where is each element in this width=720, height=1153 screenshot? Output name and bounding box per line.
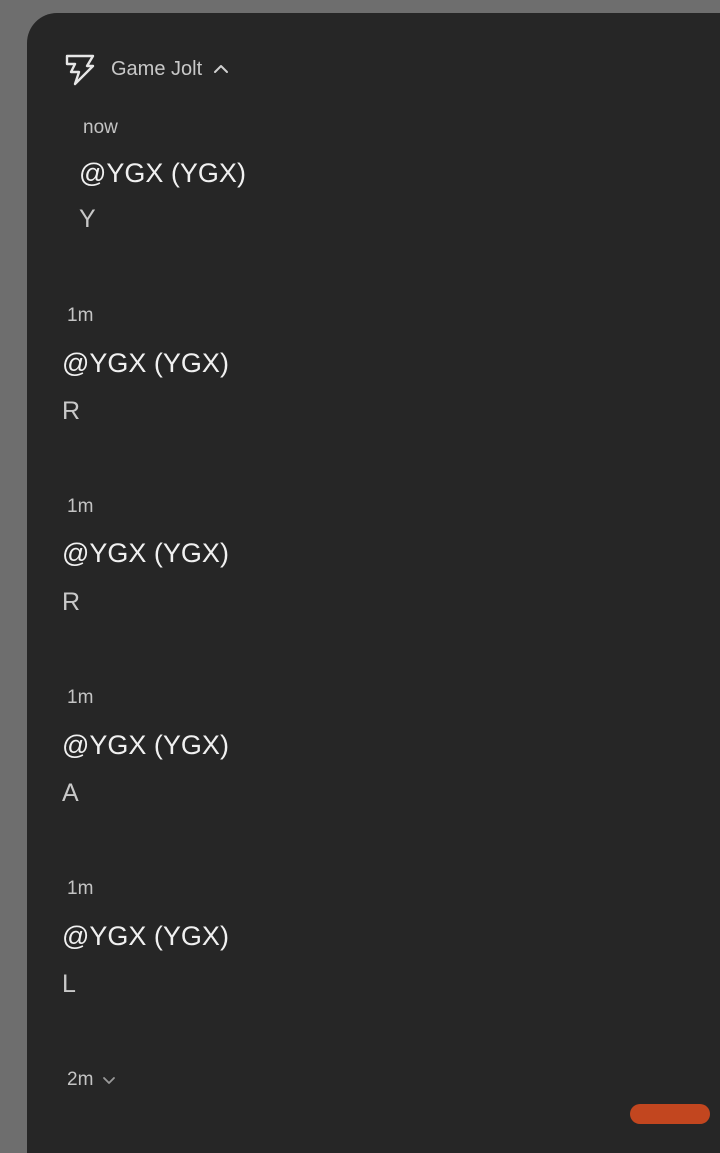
notification-time: 1m bbox=[67, 496, 94, 517]
notification-time: 1m bbox=[67, 305, 94, 326]
notification-body: R bbox=[62, 397, 81, 425]
collapsed-notification-group[interactable]: 2m bbox=[67, 1069, 117, 1091]
notification-time: 1m bbox=[67, 687, 94, 708]
notification-time: 2m bbox=[67, 1069, 94, 1090]
notification-title: @YGX (YGX) bbox=[79, 158, 246, 188]
notification-title: @YGX (YGX) bbox=[62, 538, 229, 568]
accent-badge bbox=[630, 1104, 710, 1124]
notification-time: 1m bbox=[67, 878, 94, 899]
notification-title: @YGX (YGX) bbox=[62, 348, 229, 378]
notification-body: R bbox=[62, 588, 81, 616]
app-header[interactable]: Game Jolt bbox=[63, 51, 230, 87]
notification-body: Y bbox=[79, 205, 96, 233]
notification-panel: Game Jolt now @YGX (YGX) Y 1m @YGX (YGX)… bbox=[27, 13, 720, 1153]
notification-body: A bbox=[62, 779, 79, 807]
chevron-up-icon[interactable] bbox=[212, 60, 230, 78]
notification-body: L bbox=[62, 970, 76, 998]
app-name: Game Jolt bbox=[111, 57, 203, 80]
notification-title: @YGX (YGX) bbox=[62, 921, 229, 951]
notification-time: now bbox=[83, 117, 118, 138]
notification-title: @YGX (YGX) bbox=[62, 730, 229, 760]
game-jolt-icon bbox=[63, 52, 97, 86]
chevron-down-icon[interactable] bbox=[101, 1072, 117, 1088]
